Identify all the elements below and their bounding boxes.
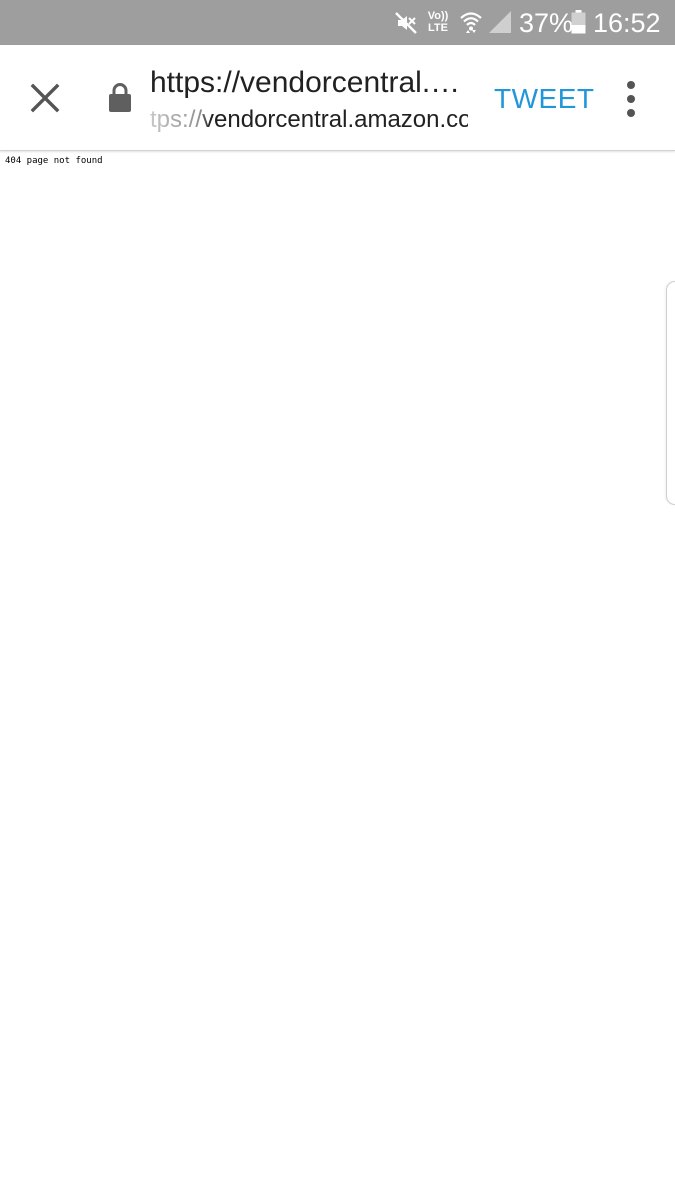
battery-icon [571, 10, 586, 34]
lte-label: LTE [428, 22, 448, 34]
volte-label: Vo)) [427, 10, 449, 22]
url-origin: https://vendorcentral.amazon.com [150, 106, 468, 134]
volte-indicator: Vo)) LTE [425, 10, 451, 34]
custom-tab-toolbar: https://vendorcentral.… https://vendorce… [0, 45, 675, 151]
battery-percent: 37% [519, 8, 574, 38]
wifi-icon [460, 12, 482, 33]
more-vert-icon[interactable] [618, 79, 644, 119]
url-origin-text: https://vendorcentral.amazon.com [150, 106, 468, 133]
error-message: 404 page not found [5, 156, 103, 166]
lock-icon [109, 83, 131, 112]
clock: 16:52 [593, 8, 661, 38]
signal-icon [489, 11, 511, 33]
url-title: https://vendorcentral.… [150, 66, 461, 99]
tweet-button[interactable]: TWEET [494, 83, 595, 115]
edge-panel-handle[interactable] [666, 281, 675, 505]
close-icon[interactable] [22, 75, 68, 121]
mute-icon [395, 12, 417, 34]
status-bar: Vo)) LTE 37% 16:52 [0, 0, 675, 45]
